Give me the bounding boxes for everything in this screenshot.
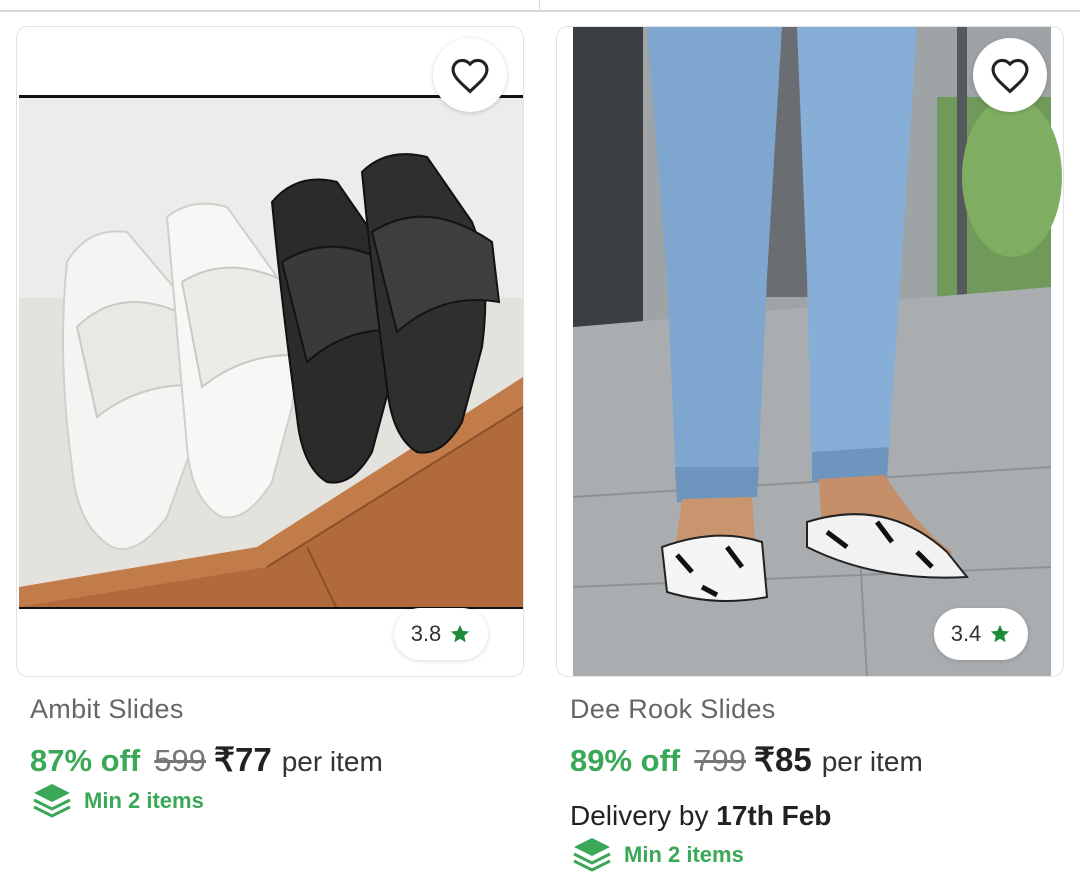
min-items-badge: Min 2 items	[32, 782, 204, 820]
sale-price: ₹77	[213, 741, 272, 778]
star-icon	[991, 624, 1010, 643]
product-image	[17, 27, 523, 676]
star-icon	[451, 624, 470, 643]
min-items-badge: Min 2 items	[572, 836, 744, 874]
original-price: 799	[694, 743, 746, 778]
price-row: 87% off 599 ₹77 per item	[30, 740, 383, 779]
delivery-info: Delivery by 17th Feb	[570, 800, 831, 832]
product-card[interactable]: 3.4 Dee Rook Slides 89% off 799 ₹85 per …	[556, 0, 1064, 878]
product-title[interactable]: Dee Rook Slides	[570, 694, 776, 725]
rating-value: 3.8	[410, 621, 442, 646]
heart-icon	[991, 58, 1029, 94]
rating-badge: 3.8	[394, 608, 488, 660]
price-unit: per item	[281, 746, 383, 777]
wishlist-button[interactable]	[973, 38, 1047, 112]
column-divider	[539, 0, 540, 10]
discount-label: 89% off	[570, 743, 681, 778]
wishlist-button[interactable]	[433, 38, 507, 112]
rating-badge: 3.4	[934, 608, 1028, 660]
delivery-date: 17th Feb	[716, 800, 832, 831]
product-image-frame[interactable]	[556, 26, 1064, 677]
product-card[interactable]: 3.8 Ambit Slides 87% off 599 ₹77 per ite…	[16, 0, 524, 878]
original-price: 599	[154, 743, 206, 778]
product-image-frame[interactable]	[16, 26, 524, 677]
heart-icon	[451, 58, 489, 94]
price-row: 89% off 799 ₹85 per item	[570, 740, 923, 779]
sale-price: ₹85	[753, 741, 812, 778]
rating-value: 3.4	[950, 621, 982, 646]
min-items-label: Min 2 items	[84, 788, 204, 813]
product-title[interactable]: Ambit Slides	[30, 694, 184, 725]
delivery-prefix: Delivery by	[570, 800, 717, 831]
stack-icon	[573, 838, 611, 872]
stack-icon	[33, 784, 71, 818]
discount-label: 87% off	[30, 743, 141, 778]
product-image	[557, 27, 1063, 676]
min-items-label: Min 2 items	[624, 842, 744, 867]
price-unit: per item	[821, 746, 923, 777]
